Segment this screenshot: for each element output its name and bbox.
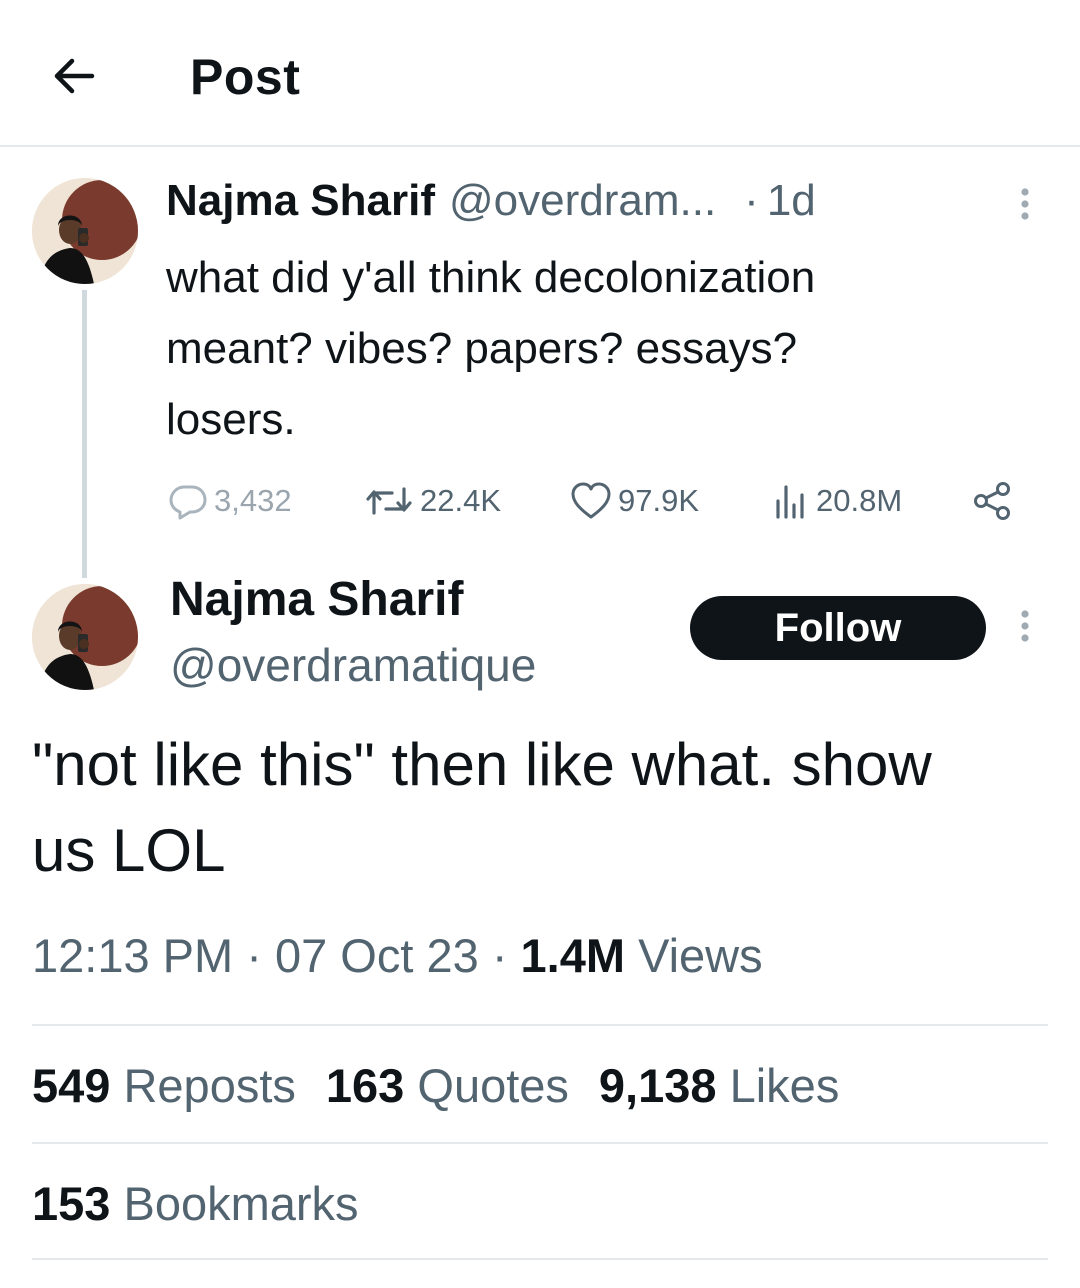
like-button[interactable]: 97.9K bbox=[570, 476, 699, 526]
reply-count: 3,432 bbox=[214, 483, 292, 518]
parent-post-time[interactable]: 1d bbox=[767, 176, 816, 226]
thread-line bbox=[82, 290, 87, 578]
views-button[interactable]: 20.8M bbox=[772, 476, 902, 526]
likes-label: Likes bbox=[716, 1059, 840, 1112]
post-time[interactable]: 12:13 PM bbox=[32, 929, 233, 982]
avatar[interactable] bbox=[32, 178, 138, 284]
quotes-total: 163 bbox=[325, 1059, 405, 1112]
parent-author-handle[interactable]: @overdram... bbox=[449, 176, 716, 226]
quotes-label: Quotes bbox=[404, 1059, 569, 1112]
divider bbox=[32, 1258, 1048, 1260]
parent-text-line: meant? vibes? papers? essays? bbox=[166, 324, 798, 373]
bookmarks-stat[interactable]: 153 Bookmarks bbox=[32, 1176, 359, 1231]
post-text-line: "not like this" then like what. show bbox=[32, 731, 932, 798]
reply-icon bbox=[169, 485, 207, 520]
share-button[interactable] bbox=[972, 476, 1012, 526]
engagement-stats: 549 Reposts 163 Quotes 9,138 Likes bbox=[32, 1058, 839, 1113]
like-count: 97.9K bbox=[618, 483, 700, 518]
post-date[interactable]: 07 Oct 23 bbox=[275, 929, 479, 982]
reposts-label: Reposts bbox=[110, 1059, 296, 1112]
divider bbox=[32, 1142, 1048, 1144]
post-text-line: us LOL bbox=[32, 817, 226, 884]
author-handle[interactable]: @overdramatique bbox=[170, 638, 536, 692]
more-icon bbox=[1021, 188, 1029, 220]
author-name[interactable]: Najma Sharif bbox=[170, 572, 463, 627]
bookmarks-total: 153 bbox=[32, 1177, 111, 1230]
likes-stat[interactable]: 9,138 Likes bbox=[599, 1059, 839, 1112]
more-icon bbox=[1021, 610, 1029, 642]
follow-button[interactable]: Follow bbox=[690, 596, 986, 660]
top-bar: Post bbox=[0, 0, 1080, 147]
views-icon bbox=[776, 485, 804, 519]
back-button[interactable] bbox=[44, 46, 104, 106]
share-icon bbox=[974, 482, 1010, 520]
parent-post-header: Najma Sharif @overdram... · 1d bbox=[166, 176, 816, 236]
parent-text-line: losers. bbox=[166, 395, 296, 444]
bookmarks-label: Bookmarks bbox=[110, 1177, 359, 1230]
post-page: Post Najma Sharif @overdram... · 1d what… bbox=[0, 0, 1080, 1288]
meta-separator: · bbox=[478, 929, 521, 982]
parent-post-text: what did y'all think decolonization mean… bbox=[166, 242, 1046, 455]
divider bbox=[32, 1024, 1048, 1026]
repost-button[interactable]: 22.4K bbox=[364, 476, 501, 526]
views-count: 20.8M bbox=[816, 483, 903, 518]
reply-button[interactable]: 3,432 bbox=[168, 476, 292, 526]
like-icon bbox=[571, 482, 611, 519]
quotes-stat[interactable]: 163 Quotes bbox=[326, 1059, 569, 1112]
reposts-total: 549 bbox=[32, 1059, 111, 1112]
meta-separator: · bbox=[233, 929, 275, 982]
views-label: Views bbox=[625, 929, 763, 982]
repost-count: 22.4K bbox=[420, 483, 502, 518]
separator-dot: · bbox=[744, 176, 759, 225]
post-more-button[interactable] bbox=[1010, 606, 1040, 646]
views-total: 1.4M bbox=[520, 929, 626, 982]
post-meta: 12:13 PM · 07 Oct 23 · 1.4M Views bbox=[32, 928, 763, 983]
avatar[interactable] bbox=[32, 584, 138, 690]
post-text: "not like this" then like what. show us … bbox=[32, 722, 1062, 894]
reposts-stat[interactable]: 549 Reposts bbox=[32, 1059, 296, 1112]
avatar-image bbox=[32, 178, 138, 284]
likes-total: 9,138 bbox=[598, 1059, 717, 1112]
avatar-image bbox=[32, 584, 138, 690]
parent-action-bar: 3,432 22.4K 97.9K 20.8M bbox=[166, 476, 1026, 526]
parent-author-name[interactable]: Najma Sharif bbox=[166, 176, 435, 226]
parent-more-button[interactable] bbox=[1010, 184, 1040, 224]
parent-text-line: what did y'all think decolonization bbox=[166, 253, 816, 302]
back-arrow-icon bbox=[54, 58, 95, 94]
page-title: Post bbox=[190, 49, 301, 105]
repost-icon bbox=[366, 487, 412, 515]
